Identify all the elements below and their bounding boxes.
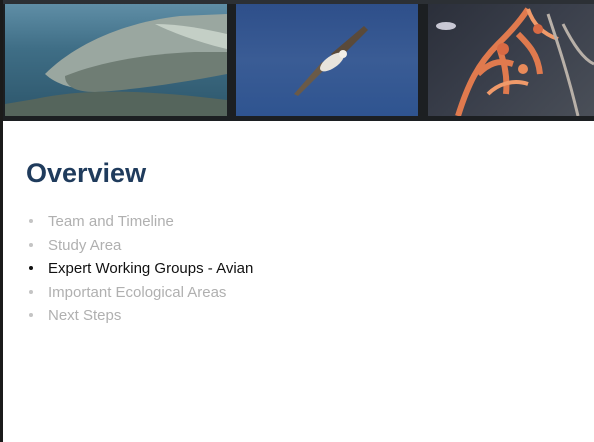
list-item-label: Next Steps	[48, 307, 122, 324]
overview-list: Team and Timeline Study Area Expert Work…	[29, 212, 253, 330]
seabird-image	[236, 4, 418, 116]
slide-title: Overview	[26, 158, 147, 188]
image-banner	[3, 0, 594, 121]
bullet-icon	[29, 313, 33, 317]
whale-image	[5, 4, 227, 116]
bullet-icon	[29, 266, 33, 270]
list-item: Important Ecological Areas	[29, 283, 253, 302]
list-item-active: Expert Working Groups - Avian	[29, 259, 253, 278]
bullet-icon	[29, 289, 33, 294]
slide: Overview Team and Timeline Study Area Ex…	[0, 0, 594, 442]
list-item: Study Area	[29, 236, 253, 255]
list-item-label: Team and Timeline	[48, 213, 174, 230]
list-item: Next Steps	[29, 306, 253, 325]
list-item-label: Important Ecological Areas	[48, 283, 227, 301]
list-item: Team and Timeline	[29, 212, 253, 231]
bullet-icon	[29, 219, 33, 223]
coral-image	[428, 4, 594, 116]
list-item-label: Study Area	[48, 236, 122, 254]
bullet-icon	[29, 242, 33, 247]
list-item-label: Expert Working Groups - Avian	[48, 260, 254, 277]
